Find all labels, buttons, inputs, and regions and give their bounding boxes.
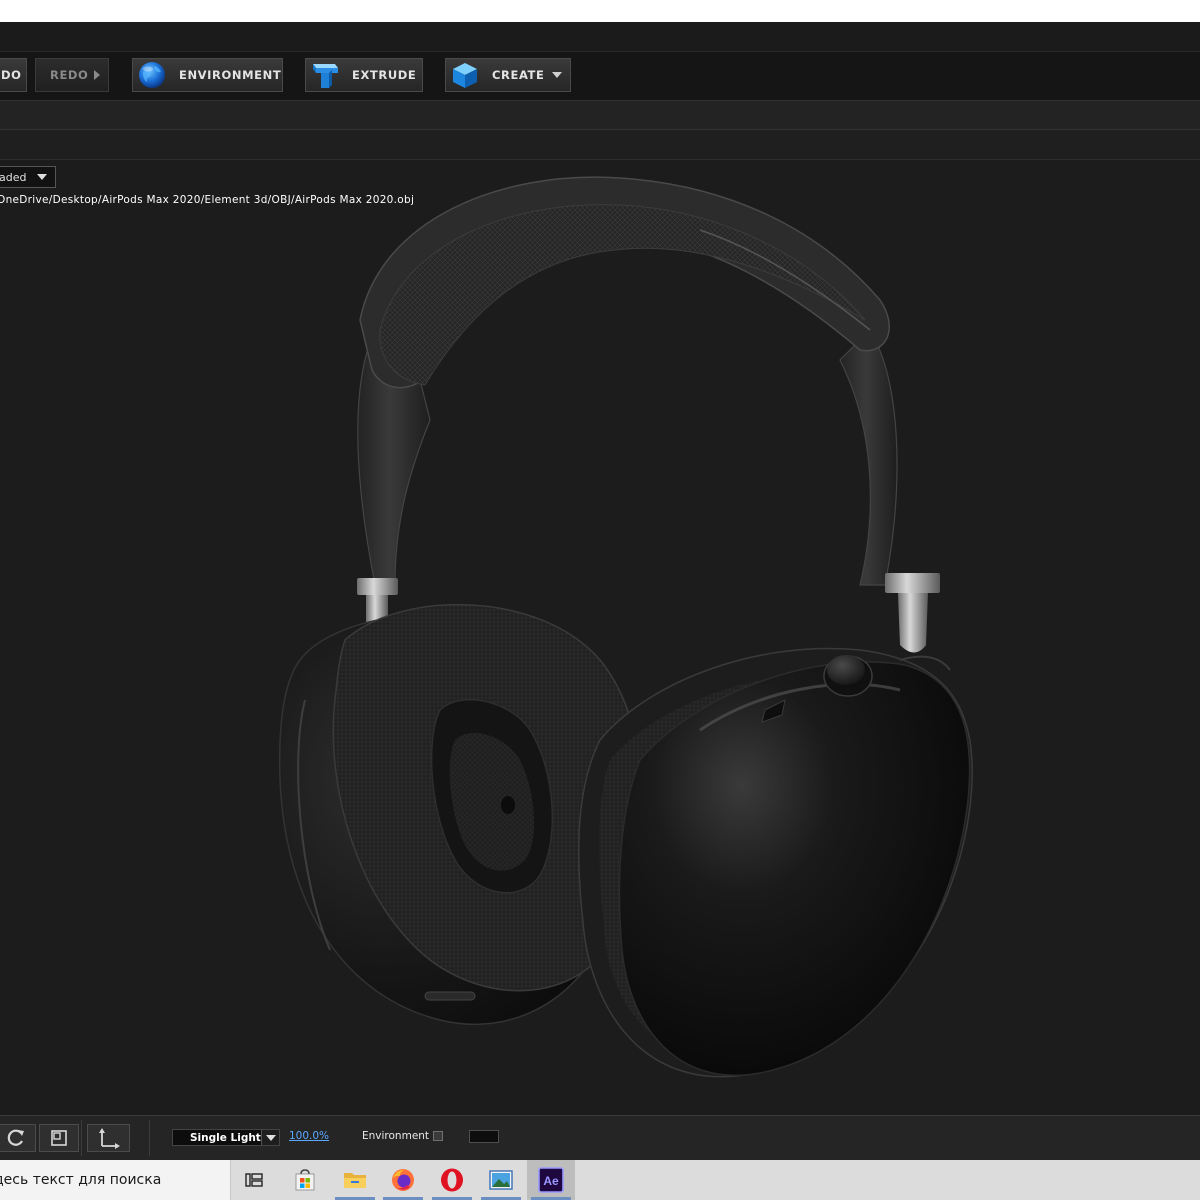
environment-color-swatch[interactable] xyxy=(469,1130,499,1143)
undo-button[interactable]: DO xyxy=(0,58,27,92)
task-view-button[interactable] xyxy=(231,1160,279,1200)
undo-label: DO xyxy=(1,68,22,82)
photos-button[interactable] xyxy=(477,1160,525,1200)
environment-toggle-label: Environment xyxy=(362,1130,430,1142)
options-strip xyxy=(0,101,1200,130)
bottom-separator xyxy=(149,1120,150,1156)
store-icon xyxy=(295,1169,315,1191)
environment-checkbox[interactable] xyxy=(433,1131,443,1141)
taskbar-search-box[interactable]: десь текст для поиска xyxy=(0,1160,231,1200)
create-label: CREATE xyxy=(492,68,545,82)
bottom-separator xyxy=(81,1120,82,1156)
create-dropdown-icon xyxy=(552,72,563,78)
store-button[interactable] xyxy=(281,1160,329,1200)
main-toolbar: DO REDO ENVIRONMENT EXTRUDE CREATE xyxy=(0,52,1200,101)
viewport-header xyxy=(0,130,1200,160)
after-effects-label: Ae xyxy=(543,1174,559,1188)
opera-icon xyxy=(441,1168,463,1192)
viewport-bottom-bar: Single Light 100.0% Environment xyxy=(0,1115,1200,1160)
task-view-icon xyxy=(245,1173,263,1187)
extrude-icon xyxy=(313,64,338,88)
environment-label: ENVIRONMENT xyxy=(179,68,282,82)
element3d-window: DO REDO ENVIRONMENT EXTRUDE CREATE aded … xyxy=(0,22,1200,1160)
axis-view-button[interactable] xyxy=(87,1124,130,1152)
extrude-button[interactable]: EXTRUDE xyxy=(305,58,423,92)
light-mode-select[interactable]: Single Light xyxy=(172,1129,280,1146)
redo-button[interactable]: REDO xyxy=(35,58,109,92)
windows-taskbar: десь текст для поиска Ae xyxy=(0,1160,1200,1200)
model-file-path: OneDrive/Desktop/AirPods Max 2020/Elemen… xyxy=(0,194,415,206)
file-explorer-icon xyxy=(344,1173,366,1188)
redo-arrow-icon xyxy=(94,70,101,80)
frame-view-button[interactable] xyxy=(39,1124,79,1152)
light-mode-value: Single Light xyxy=(190,1131,261,1144)
after-effects-icon: Ae xyxy=(538,1167,564,1193)
light-mode-dropdown[interactable] xyxy=(261,1130,279,1145)
opera-button[interactable] xyxy=(428,1160,476,1200)
chevron-down-icon xyxy=(37,174,47,180)
taskbar-search-placeholder: десь текст для поиска xyxy=(0,1172,162,1188)
menu-strip xyxy=(0,22,1200,52)
screen-top-edge xyxy=(0,0,1200,22)
airpods-max-model xyxy=(278,176,973,1078)
rotate-icon xyxy=(7,1129,24,1146)
chevron-down-icon xyxy=(265,1134,276,1141)
frame-icon xyxy=(51,1130,67,1146)
environment-button[interactable]: ENVIRONMENT xyxy=(132,58,283,92)
firefox-button[interactable] xyxy=(379,1160,427,1200)
extrude-label: EXTRUDE xyxy=(352,68,417,82)
3d-viewport[interactable]: aded OneDrive/Desktop/AirPods Max 2020/E… xyxy=(0,160,1200,1115)
after-effects-button[interactable]: Ae xyxy=(527,1160,575,1200)
photos-icon xyxy=(489,1170,513,1190)
cube-icon xyxy=(453,63,477,88)
axis-icon xyxy=(98,1128,120,1149)
globe-icon xyxy=(139,62,165,88)
create-button[interactable]: CREATE xyxy=(445,58,571,92)
zoom-level[interactable]: 100.0% xyxy=(289,1130,329,1142)
render-mode-select[interactable]: aded xyxy=(0,166,56,188)
firefox-icon xyxy=(392,1169,414,1191)
rotate-view-button[interactable] xyxy=(0,1124,36,1152)
redo-label: REDO xyxy=(50,68,89,82)
render-mode-value: aded xyxy=(0,170,27,184)
file-explorer-button[interactable] xyxy=(331,1160,379,1200)
